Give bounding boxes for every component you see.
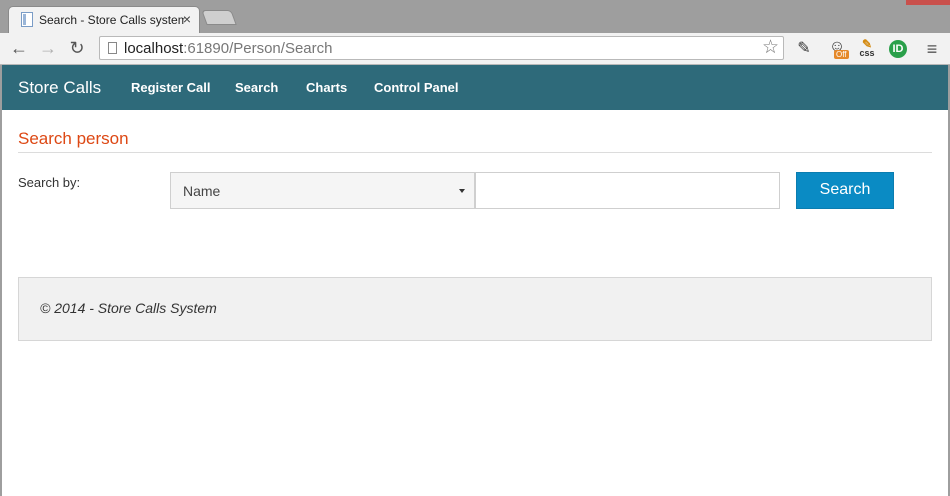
page-favicon-icon [21, 12, 33, 27]
new-tab-button[interactable] [201, 10, 237, 25]
page-content: Store Calls Register Call Search Charts … [2, 65, 948, 496]
reload-icon[interactable]: ↻ [67, 38, 87, 58]
url-host: localhost [124, 40, 184, 57]
browser-titlebar: Search - Store Calls system × [0, 0, 950, 34]
chevron-down-icon [459, 189, 465, 193]
nav-search[interactable]: Search [235, 80, 278, 95]
hamburger-menu-icon[interactable]: ≡ [921, 38, 943, 60]
nav-charts[interactable]: Charts [306, 80, 347, 95]
url-path: :61890/Person/Search [183, 40, 333, 57]
heading-divider [18, 152, 932, 153]
search-by-select[interactable]: Name [170, 172, 475, 209]
bookmark-star-icon[interactable]: ☆ [762, 37, 779, 59]
nav-register-call[interactable]: Register Call [131, 80, 210, 95]
address-bar[interactable]: localhost:61890/Person/Search ☆ [99, 36, 784, 60]
browser-tab[interactable]: Search - Store Calls system × [8, 6, 200, 34]
search-by-selected-value: Name [183, 183, 221, 199]
window-control-accent[interactable] [906, 0, 950, 5]
cat-extension-icon[interactable]: ☺ Off [826, 38, 849, 60]
eyedropper-icon[interactable]: ✎ [793, 38, 815, 60]
css-editor-icon[interactable]: ✎ css [856, 38, 878, 60]
search-input[interactable] [475, 172, 780, 209]
page-title: Search person [18, 129, 129, 148]
search-by-label: Search by: [18, 175, 81, 190]
nav-control-panel[interactable]: Control Panel [374, 80, 459, 95]
page-footer: © 2014 - Store Calls System [18, 277, 932, 341]
pencil-icon: ✎ [862, 37, 873, 51]
ideas-extension-icon[interactable]: ID [889, 40, 907, 58]
back-arrow-icon[interactable]: ← [9, 38, 29, 58]
browser-toolbar: ← → ↻ localhost:61890/Person/Search ☆ ✎ … [0, 33, 950, 65]
tab-title: Search - Store Calls system [39, 13, 185, 27]
footer-copyright: © 2014 - Store Calls System [40, 300, 217, 316]
page-icon [108, 42, 117, 54]
url-text[interactable]: localhost:61890/Person/Search [124, 40, 332, 57]
close-tab-icon[interactable]: × [183, 11, 191, 27]
site-navbar: Store Calls Register Call Search Charts … [2, 65, 948, 110]
extension-off-badge: Off [834, 50, 849, 59]
forward-arrow-icon[interactable]: → [38, 38, 58, 58]
search-button[interactable]: Search [796, 172, 894, 209]
brand-link[interactable]: Store Calls [18, 78, 101, 98]
